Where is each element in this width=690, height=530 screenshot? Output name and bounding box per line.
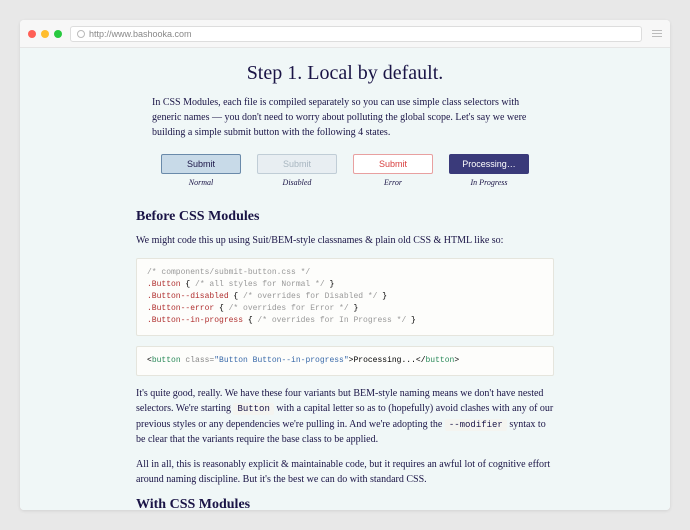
page-title: Step 1. Local by default. xyxy=(66,62,624,85)
demo-button-progress[interactable]: Processing… xyxy=(449,154,529,174)
demo-button-normal[interactable]: Submit xyxy=(161,154,241,174)
address-bar[interactable]: http://www.bashooka.com xyxy=(70,26,642,42)
window-controls xyxy=(28,30,62,38)
url-text: http://www.bashooka.com xyxy=(89,29,192,39)
section-heading-with: With CSS Modules xyxy=(136,497,554,510)
body-paragraph: It's quite good, really. We have these f… xyxy=(136,386,554,447)
minimize-icon[interactable] xyxy=(41,30,49,38)
demo-buttons-row: Submit Submit Submit Processing… xyxy=(66,154,624,174)
close-icon[interactable] xyxy=(28,30,36,38)
demo-button-error[interactable]: Submit xyxy=(353,154,433,174)
demo-labels-row: Normal Disabled Error In Progress xyxy=(66,178,624,187)
css-code-block: /* components/submit-button.css */ .Butt… xyxy=(136,258,554,336)
before-intro: We might code this up using Suit/BEM-sty… xyxy=(136,233,554,248)
demo-label: Normal xyxy=(161,178,241,187)
content-column: Before CSS Modules We might code this up… xyxy=(136,209,554,510)
browser-toolbar: http://www.bashooka.com xyxy=(20,20,670,48)
demo-label: Disabled xyxy=(257,178,337,187)
maximize-icon[interactable] xyxy=(54,30,62,38)
inline-code: --modifier xyxy=(445,419,507,431)
intro-paragraph: In CSS Modules, each file is compiled se… xyxy=(152,95,538,140)
inline-code: Button xyxy=(233,403,273,415)
demo-button-disabled: Submit xyxy=(257,154,337,174)
demo-label: Error xyxy=(353,178,433,187)
demo-label: In Progress xyxy=(449,178,529,187)
browser-window: http://www.bashooka.com Step 1. Local by… xyxy=(20,20,670,510)
globe-icon xyxy=(77,30,85,38)
body-paragraph: All in all, this is reasonably explicit … xyxy=(136,457,554,487)
html-code-block: <button class="Button Button--in-progres… xyxy=(136,346,554,376)
section-heading-before: Before CSS Modules xyxy=(136,209,554,225)
page-viewport: Step 1. Local by default. In CSS Modules… xyxy=(20,48,670,510)
hamburger-icon[interactable] xyxy=(652,30,662,37)
